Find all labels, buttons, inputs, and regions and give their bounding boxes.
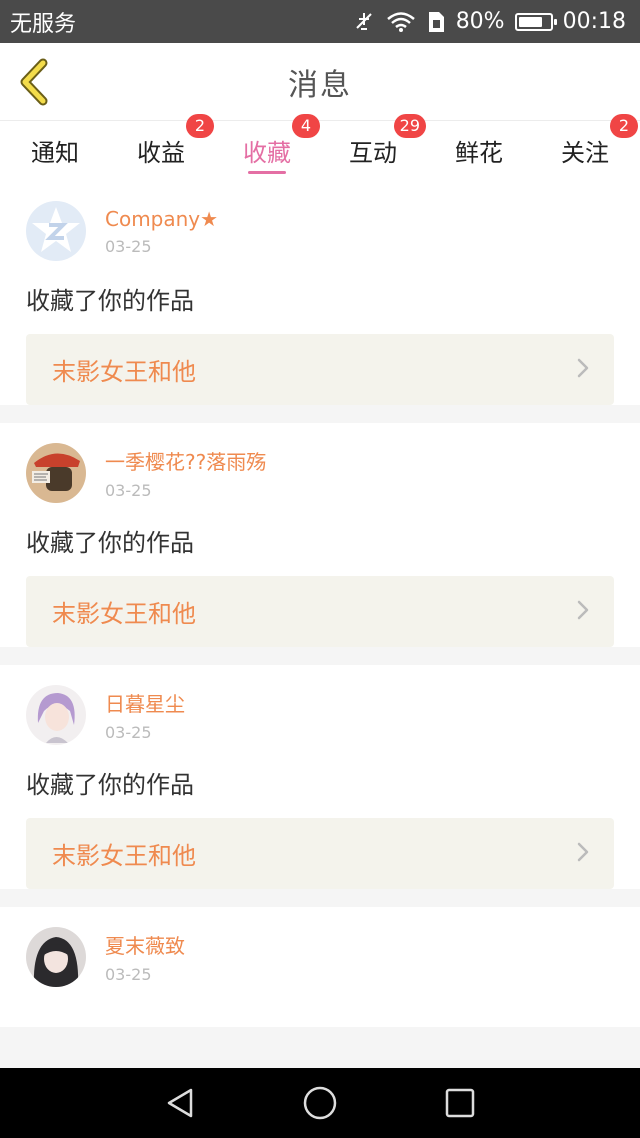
carrier-text: 无服务 xyxy=(10,11,77,37)
battery-icon xyxy=(514,12,557,31)
work-title: 末影女王和他 xyxy=(52,600,196,628)
timestamp: 03-25 xyxy=(105,481,152,500)
unread-badge: 4 xyxy=(292,114,320,138)
tab-label: 关注 xyxy=(561,139,609,167)
status-icons: 80% 00:18 xyxy=(352,9,626,34)
timestamp: 03-25 xyxy=(105,236,152,256)
unread-badge: 2 xyxy=(186,114,214,138)
triangle-back-icon xyxy=(167,1088,193,1118)
avatar[interactable] xyxy=(26,443,86,503)
work-link[interactable]: 末影女王和他 xyxy=(26,576,614,647)
action-text: 收藏了你的作品 xyxy=(26,287,194,315)
user-meta: 夏末薇致 03-25 xyxy=(105,930,185,984)
username[interactable]: 日暮星尘 xyxy=(105,688,185,717)
user-meta: Company★ 03-25 xyxy=(105,207,218,256)
tab-3[interactable]: 互动 29 xyxy=(338,114,426,181)
avatar[interactable] xyxy=(26,685,86,745)
notification-card: 一季樱花??落雨殇 03-25 收藏了你的作品末影女王和他 xyxy=(0,423,640,647)
tab-5[interactable]: 关注 2 xyxy=(550,114,638,181)
tab-2[interactable]: 收藏 4 xyxy=(232,114,320,181)
username[interactable]: 夏末薇致 xyxy=(105,930,185,959)
nav-recents-button[interactable] xyxy=(430,1073,490,1133)
status-bar: 无服务 80% 00:18 xyxy=(0,0,640,43)
work-link[interactable]: 末影女王和他 xyxy=(26,818,614,889)
tab-label: 通知 xyxy=(31,139,79,167)
tab-label: 互动 xyxy=(349,139,397,167)
unread-badge: 29 xyxy=(393,114,426,138)
tab-bar: 通知 收益 2 收藏 4 互动 29 鲜花 关注 2 xyxy=(0,114,640,181)
battery-level-fill xyxy=(518,16,542,27)
timestamp: 03-25 xyxy=(105,965,152,984)
notification-card: 日暮星尘 03-25 收藏了你的作品末影女王和他 xyxy=(0,665,640,889)
page-title: 消息 xyxy=(288,68,352,103)
tab-label: 收益 xyxy=(137,139,185,167)
tab-0[interactable]: 通知 xyxy=(20,121,90,181)
sim-icon xyxy=(426,10,446,34)
tab-4[interactable]: 鲜花 xyxy=(444,121,514,181)
work-title: 末影女王和他 xyxy=(52,358,196,386)
avatar[interactable] xyxy=(26,927,86,987)
user-meta: 日暮星尘 03-25 xyxy=(105,688,185,742)
mute-icon xyxy=(352,10,376,34)
nav-home-button[interactable] xyxy=(290,1073,350,1133)
chevron-right-icon xyxy=(576,357,590,383)
tab-label: 收藏 xyxy=(243,139,291,167)
notification-list: Company★ 03-25 收藏了你的作品 末影女王和他 一季樱花??落雨殇 03-25… xyxy=(0,181,640,1068)
work-link[interactable]: 末影女王和他 xyxy=(26,334,614,405)
tab-1[interactable]: 收益 2 xyxy=(126,114,214,181)
unread-badge: 2 xyxy=(610,114,638,138)
user-meta: 一季樱花??落雨殇 03-25 xyxy=(105,446,266,500)
card-header: 夏末薇致 03-25 xyxy=(26,907,614,987)
card-header: Company★ 03-25 xyxy=(26,181,614,261)
circle-home-icon xyxy=(303,1086,337,1120)
tab-label: 鲜花 xyxy=(455,139,503,167)
clock: 00:18 xyxy=(562,9,626,34)
action-text: 收藏了你的作品 xyxy=(26,529,194,557)
card-header: 日暮星尘 03-25 xyxy=(26,665,614,745)
card-header: 一季樱花??落雨殇 03-25 xyxy=(26,423,614,503)
timestamp: 03-25 xyxy=(105,723,152,742)
notification-card: 夏末薇致 03-25 xyxy=(0,907,640,1027)
system-nav-bar xyxy=(0,1068,640,1138)
wifi-icon xyxy=(386,11,416,33)
chevron-right-icon xyxy=(576,841,590,867)
username[interactable]: Company★ xyxy=(105,207,218,231)
nav-back-button[interactable] xyxy=(150,1073,210,1133)
username[interactable]: 一季樱花??落雨殇 xyxy=(105,446,266,475)
square-recents-icon xyxy=(445,1088,475,1118)
app-header: 消息 xyxy=(0,43,640,121)
battery-percent: 80% xyxy=(455,9,505,34)
chevron-right-icon xyxy=(576,599,590,625)
action-text: 收藏了你的作品 xyxy=(26,771,194,799)
notification-card: Company★ 03-25 收藏了你的作品末影女王和他 xyxy=(0,181,640,405)
avatar[interactable] xyxy=(26,201,86,261)
work-title: 末影女王和他 xyxy=(52,842,196,870)
